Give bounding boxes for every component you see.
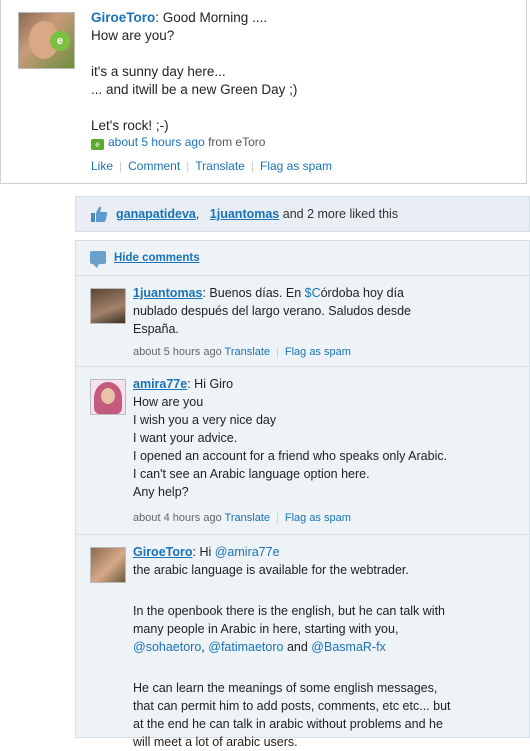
comment-line: I can't see an Arabic language option he… [133,467,370,481]
post-line: it's a sunny day here... [91,64,226,79]
comment-item: 1juantomas: Buenos días. En $Córdoba hoy… [76,275,530,367]
main-post: e GiroeToro: Good Morning .... How are y… [0,0,527,184]
post-line: Let's rock! ;-) [91,118,169,133]
cashtag-link[interactable]: $C [305,286,321,300]
comment-meta: about 5 hours ago Translate | Flag as spam [133,346,351,358]
translate-button[interactable]: Translate [195,159,245,173]
comment-line: will meet a lot of arabic users. [133,735,298,749]
post-line: How are you? [91,28,175,43]
comment-line: : Buenos días. En [202,286,305,300]
comment-line: I opened an account for a friend who spe… [133,449,448,463]
likes-text: ganapatideva, 1juantomas and 2 more like… [116,207,398,221]
comment-line: that can permit him to add posts, commen… [133,699,451,713]
post-line [91,99,511,117]
comment-line: : Hi Giro [187,377,234,391]
thumbs-up-icon [91,206,108,222]
post-time[interactable]: about 5 hours ago [108,135,205,149]
divider: | [276,512,279,524]
hide-comments-link[interactable]: Hide comments [114,252,200,264]
comment-bubble-icon [90,251,106,268]
comma: , [195,207,200,221]
avatar[interactable]: e [18,12,75,69]
liker-link[interactable]: ganapatideva [116,207,196,221]
post-meta: e about 5 hours ago from eToro [91,135,265,150]
post-author[interactable]: GiroeToro [91,10,155,25]
comment-time: about 5 hours ago [133,346,222,358]
divider: | [250,159,254,173]
comment-author[interactable]: amira77e [133,377,187,391]
mention-link[interactable]: @sohaetoro [133,640,201,654]
comment-line: órdoba hoy día [320,286,405,300]
comment-line: : Hi [192,545,215,559]
comment-meta: about 4 hours ago Translate | Flag as spam [133,512,351,524]
comment-line: España. [133,322,179,336]
post-line: ... and itwill be a new Green Day ;) [91,82,298,97]
post-source: from eToro [208,135,266,149]
post-body: GiroeToro: Good Morning .... How are you… [91,9,511,135]
post-actions: Like | Comment | Translate | Flag as spam [91,159,332,173]
flag-spam-button[interactable]: Flag as spam [260,159,332,173]
avatar[interactable] [90,288,126,324]
comment-line: many people in Arabic in here, starting … [133,622,399,636]
avatar[interactable] [90,547,126,583]
likes-rest: and 2 more liked this [282,207,399,221]
comment-line: He can learn the meanings of some englis… [133,681,438,695]
divider: | [119,159,123,173]
comment-author[interactable]: GiroeToro [133,545,193,559]
etoro-source-icon: e [91,139,104,150]
comment-text: 1juantomas: Buenos días. En $Córdoba hoy… [133,284,473,338]
flag-spam-link[interactable]: Flag as spam [285,346,351,358]
mention-link[interactable]: @amira77e [215,545,280,559]
comment-button[interactable]: Comment [128,159,180,173]
comment-time: about 4 hours ago [133,512,222,524]
comment-line: In the openbook there is the english, bu… [133,604,446,618]
separator-text: and [283,640,312,654]
post-line [91,45,511,63]
etoro-badge-icon: e [50,31,70,51]
like-button[interactable]: Like [91,159,113,173]
comment-item: GiroeToro: Hi @amira77e the arabic langu… [76,534,530,749]
comment-author[interactable]: 1juantomas [133,286,202,300]
mention-link[interactable]: @BasmaR-fx [311,640,386,654]
post-line: : Good Morning .... [155,10,268,25]
comment-line: at the end he can talk in arabic without… [133,717,443,731]
comment-item: amira77e: Hi Giro How are you I wish you… [76,366,530,535]
comment-line: How are you [133,395,204,409]
translate-link[interactable]: Translate [225,346,270,358]
comments-panel: Hide comments 1juantomas: Buenos días. E… [75,240,530,749]
likes-bar: ganapatideva, 1juantomas and 2 more like… [75,196,530,232]
avatar[interactable] [90,379,126,415]
translate-link[interactable]: Translate [225,512,270,524]
comment-line: nublado después del largo verano. Saludo… [133,304,411,318]
avatar-face [101,388,115,404]
comment-text: GiroeToro: Hi @amira77e the arabic langu… [133,543,523,751]
hide-comments-row: Hide comments [90,251,200,268]
divider: | [276,346,279,358]
divider: | [186,159,190,173]
comment-line: the arabic language is available for the… [133,563,409,577]
liker-link[interactable]: 1juantomas [210,207,279,221]
flag-spam-link[interactable]: Flag as spam [285,512,351,524]
comment-line: I want your advice. [133,431,238,445]
comment-text: amira77e: Hi Giro How are you I wish you… [133,375,523,501]
comment-line: I wish you a very nice day [133,413,277,427]
mention-link[interactable]: @fatimaetoro [208,640,283,654]
comment-line: Any help? [133,485,189,499]
